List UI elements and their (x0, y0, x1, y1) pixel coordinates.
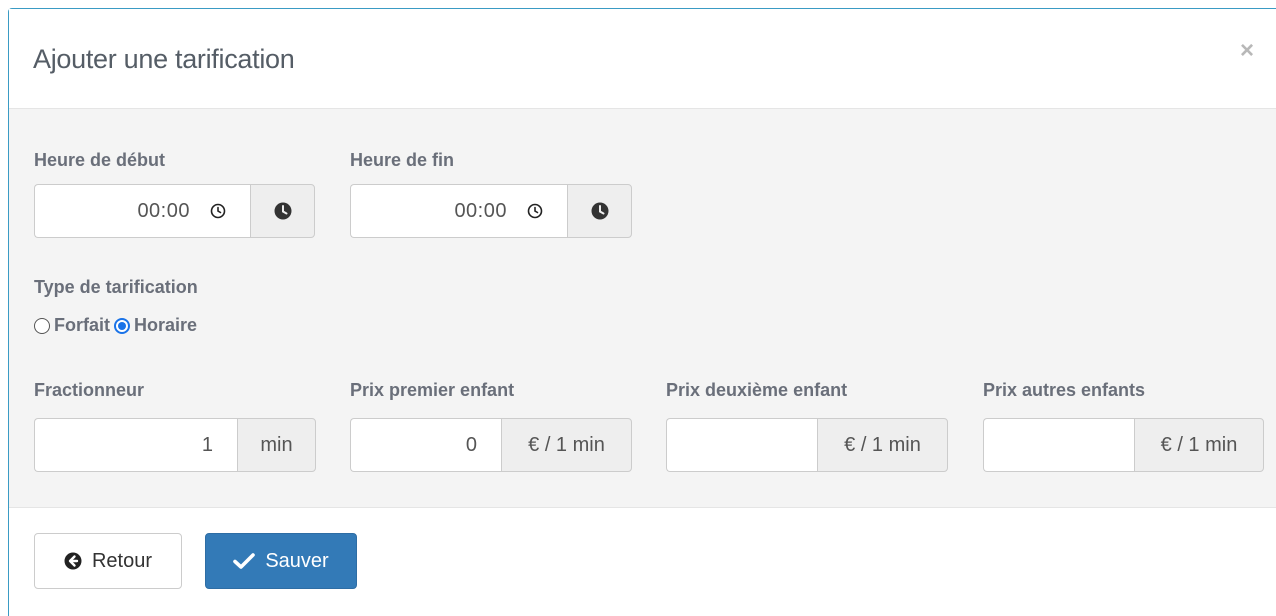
close-icon[interactable]: × (1240, 39, 1254, 63)
back-button[interactable]: Retour (34, 533, 182, 589)
pricing-type-label: Type de tarification (34, 277, 198, 297)
clock-outline-icon[interactable] (527, 203, 543, 219)
fractionneur-group: 1 min (34, 418, 316, 472)
fractionneur-input[interactable]: 1 (34, 418, 237, 472)
end-time-value: 00:00 (454, 199, 507, 222)
modal-title: Ajouter une tarification (33, 44, 295, 74)
price-second-label: Prix deuxième enfant (666, 380, 848, 400)
price-others-unit: € / 1 min (1134, 418, 1264, 472)
price-first-label: Prix premier enfant (350, 380, 515, 400)
start-time-group: 00:00 (34, 184, 315, 238)
clock-icon (274, 202, 291, 220)
radio-horaire[interactable] (114, 317, 130, 334)
start-time-input[interactable]: 00:00 (34, 184, 250, 238)
arrow-circle-left-icon (64, 552, 82, 570)
end-time-group: 00:00 (350, 184, 632, 238)
start-time-value: 00:00 (137, 199, 190, 222)
price-others-input[interactable] (983, 418, 1134, 472)
clock-outline-icon[interactable] (210, 203, 226, 219)
price-second-input[interactable] (666, 418, 817, 472)
price-first-input[interactable]: 0 (350, 418, 501, 472)
pricing-type-radio-group: Forfait Horaire (34, 315, 197, 336)
clock-icon (591, 202, 608, 220)
end-time-clock-addon[interactable] (567, 184, 632, 238)
end-time-input[interactable]: 00:00 (350, 184, 567, 238)
save-button[interactable]: Sauver (205, 533, 357, 589)
price-second-unit: € / 1 min (817, 418, 948, 472)
radio-horaire-label[interactable]: Horaire (134, 315, 197, 336)
fractionneur-unit: min (237, 418, 316, 472)
price-first-unit: € / 1 min (501, 418, 632, 472)
radio-forfait-label[interactable]: Forfait (54, 315, 110, 336)
add-pricing-modal: Ajouter une tarification × Heure de débu… (8, 8, 1276, 616)
radio-forfait[interactable] (34, 317, 50, 334)
price-others-label: Prix autres enfants (983, 380, 1146, 400)
start-time-label: Heure de début (34, 150, 166, 170)
price-first-group: 0 € / 1 min (350, 418, 632, 472)
price-others-group: € / 1 min (983, 418, 1264, 472)
save-button-label: Sauver (265, 549, 329, 572)
end-time-label: Heure de fin (350, 150, 455, 170)
price-second-group: € / 1 min (666, 418, 948, 472)
modal-body: Heure de début 00:00 Heure de fin 00:00 (9, 109, 1276, 508)
fractionneur-label: Fractionneur (34, 380, 145, 400)
start-time-clock-addon[interactable] (250, 184, 315, 238)
modal-header: Ajouter une tarification × (9, 9, 1276, 109)
check-icon (233, 553, 256, 569)
back-button-label: Retour (91, 549, 153, 572)
